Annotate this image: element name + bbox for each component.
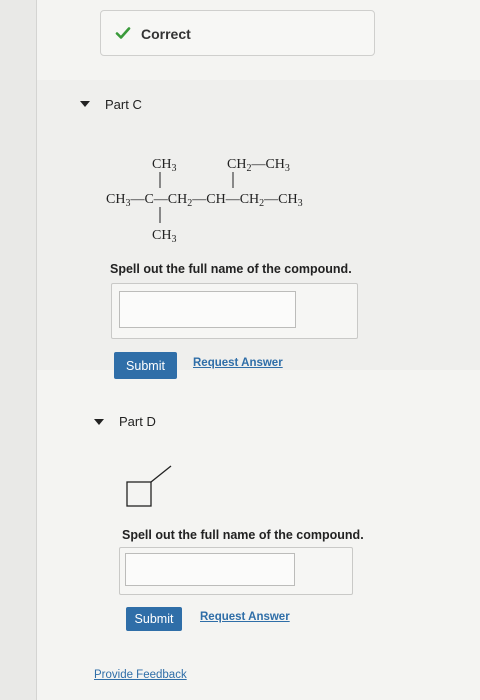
part-c-collapse-caret-icon[interactable] (80, 101, 90, 107)
struct-top-methyl: CH3 (152, 157, 176, 174)
part-c-submit-button[interactable]: Submit (114, 352, 177, 379)
correct-label: Correct (141, 26, 191, 42)
part-c-prompt: Spell out the full name of the compound. (110, 262, 352, 276)
part-d-prompt: Spell out the full name of the compound. (122, 528, 364, 542)
part-d-submit-button[interactable]: Submit (126, 607, 182, 631)
provide-feedback-link[interactable]: Provide Feedback (94, 669, 187, 681)
part-d-request-answer-link[interactable]: Request Answer (200, 611, 290, 623)
correct-feedback-box: Correct (100, 10, 375, 56)
part-d-collapse-caret-icon[interactable] (94, 419, 104, 425)
part-d-answer-input[interactable] (125, 553, 295, 586)
struct-main-chain: CH3—C—CH2—CH—CH2—CH3 (106, 192, 303, 209)
part-d-structure-diagram (126, 465, 172, 507)
struct-top-ethyl: CH2—CH3 (227, 157, 290, 174)
cyclobutane-ring (126, 481, 152, 507)
part-c-structure-diagram: CH3 CH2—CH3 CH3—C—CH2—CH—CH2—CH3 CH3 (106, 157, 303, 245)
part-c-answer-input[interactable] (119, 291, 296, 328)
check-icon (115, 27, 131, 39)
part-c-request-answer-link[interactable]: Request Answer (193, 357, 283, 369)
left-divider (36, 0, 37, 700)
struct-bottom-methyl: CH3 (152, 228, 176, 245)
part-d-title: Part D (119, 414, 156, 429)
part-c-title: Part C (105, 97, 142, 112)
methyl-substituent-bond (150, 465, 172, 483)
